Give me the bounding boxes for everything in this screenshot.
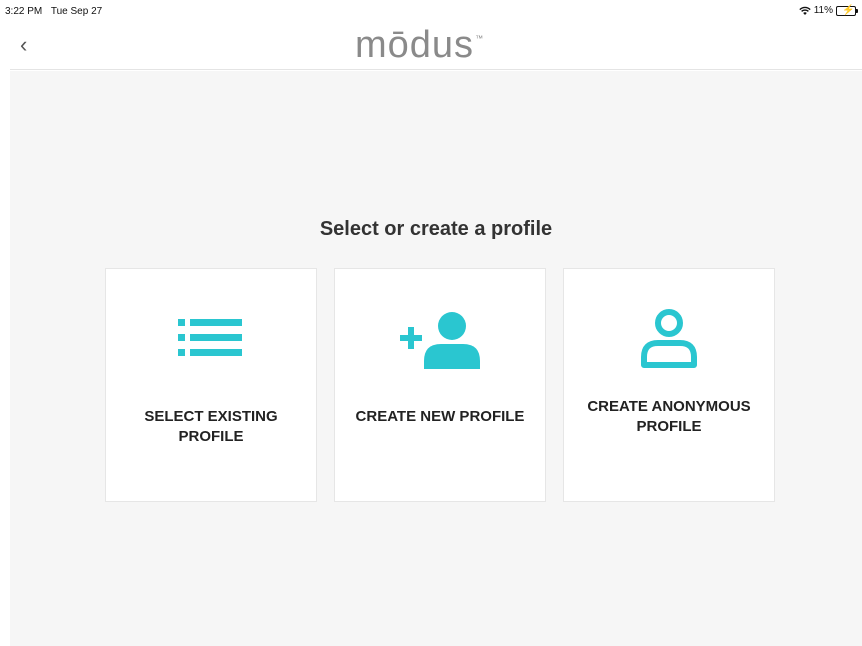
add-user-icon (335, 312, 545, 371)
page-title: Select or create a profile (319, 218, 553, 240)
modus-logo: mōdus™ (355, 24, 484, 67)
charging-bolt-icon: ⚡ (842, 4, 855, 16)
status-time-date: 3:22 PM Tue Sep 27 (5, 6, 108, 17)
main-content: Select or create a profile SELECT EXISTI… (10, 71, 862, 646)
list-icon (106, 319, 316, 357)
back-button[interactable]: ‹ (20, 34, 40, 58)
logo-text: mōdus (355, 24, 475, 66)
battery-icon: ⚡ (836, 4, 858, 16)
user-outline-icon (564, 309, 774, 369)
create-anonymous-profile-label: CREATE ANONYMOUS PROFILE (587, 398, 751, 435)
wifi-icon (799, 6, 811, 15)
status-date: Tue Sep 27 (50, 6, 103, 17)
create-new-profile-label: CREATE NEW PROFILE (355, 408, 525, 425)
chevron-left-icon: ‹ (20, 32, 28, 57)
create-new-profile-button[interactable]: CREATE NEW PROFILE (334, 268, 546, 502)
status-indicators: 11% ⚡ (799, 4, 858, 16)
battery-percent: 11% (813, 5, 833, 16)
nav-bar: ‹ mōdus™ (10, 22, 862, 70)
status-time: 3:22 PM (5, 6, 43, 17)
screen: 3:22 PM Tue Sep 27 11% ⚡ ‹ mōdus™ Select… (0, 0, 862, 646)
logo-trademark: ™ (475, 34, 485, 43)
create-anonymous-profile-button[interactable]: CREATE ANONYMOUS PROFILE (563, 268, 775, 502)
select-existing-profile-label: SELECT EXISTING PROFILE (144, 408, 278, 445)
select-existing-profile-button[interactable]: SELECT EXISTING PROFILE (105, 268, 317, 502)
status-bar: 3:22 PM Tue Sep 27 11% ⚡ (0, 0, 862, 22)
